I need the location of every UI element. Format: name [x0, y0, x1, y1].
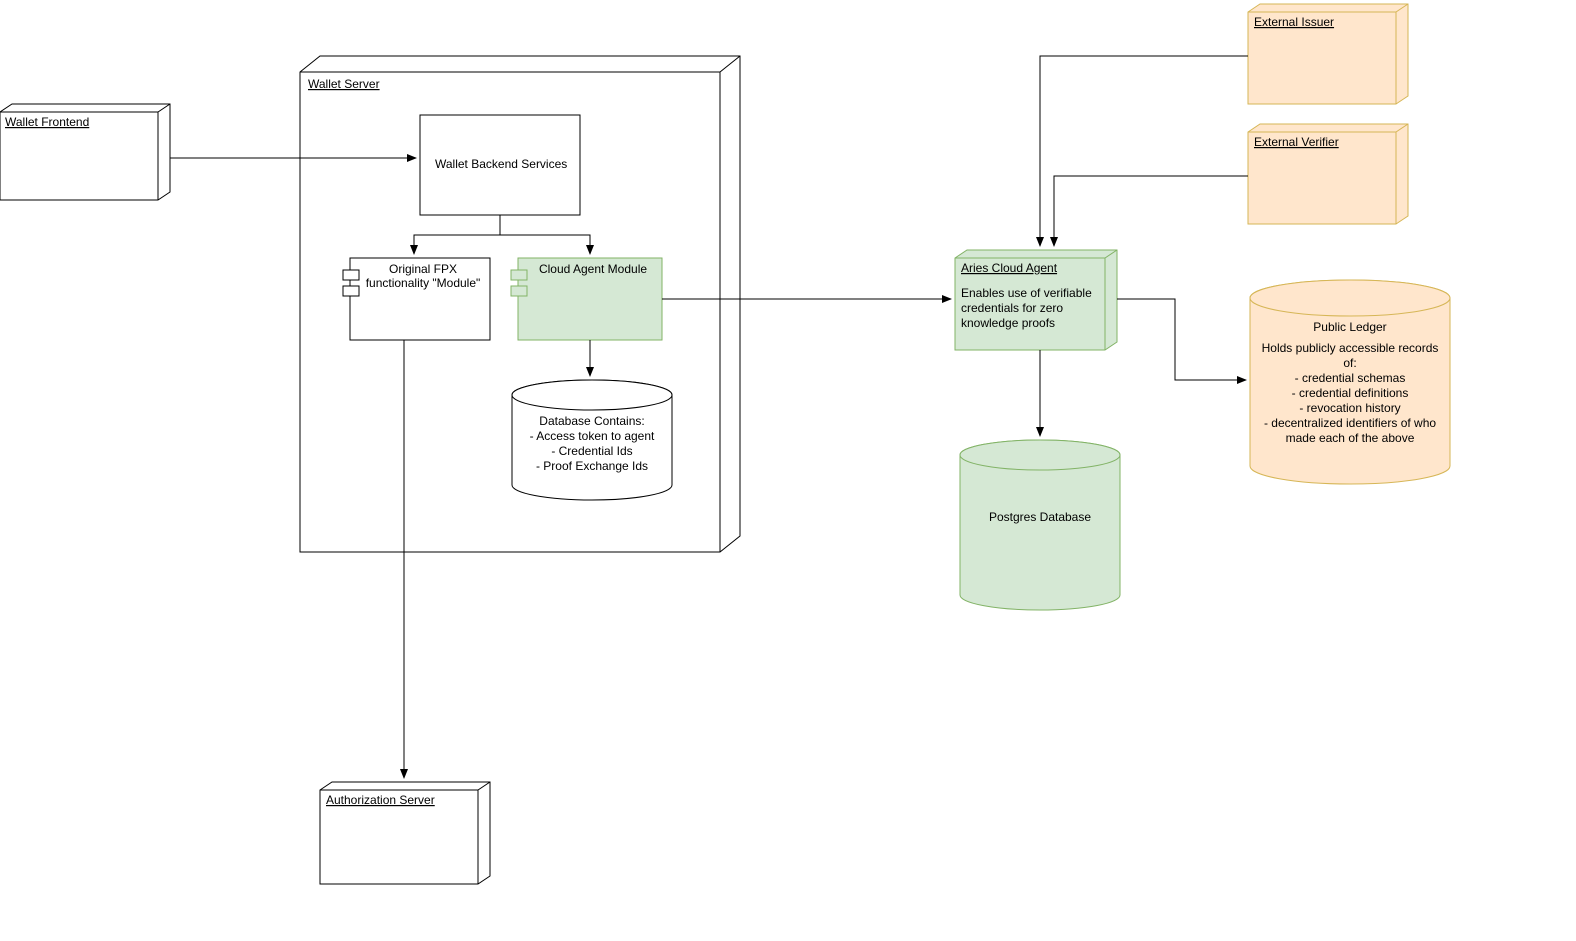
public-ledger-node: Public Ledger Holds publicly accessible … — [1250, 280, 1450, 484]
public-ledger-item-0: - credential schemas — [1254, 371, 1446, 386]
wallet-frontend-title: Wallet Frontend — [5, 115, 89, 129]
fpx-module-node: Original FPX functionality "Module" — [343, 258, 490, 340]
cloud-agent-module-title: Cloud Agent Module — [539, 262, 647, 276]
edge-aries-ledger — [1117, 299, 1246, 380]
local-db-node: Database Contains: - Access token to age… — [512, 380, 672, 500]
public-ledger-desc: Holds publicly accessible records of: — [1254, 341, 1446, 371]
fpx-module-title: Original FPX functionality "Module" — [366, 262, 481, 290]
local-db-title: Database Contains: — [516, 414, 668, 429]
ext-verifier-node: External Verifier — [1248, 124, 1408, 224]
ext-issuer-node: External Issuer — [1248, 4, 1408, 104]
aries-agent-title: Aries Cloud Agent — [961, 261, 1058, 275]
public-ledger-item-1: - credential definitions — [1254, 386, 1446, 401]
public-ledger-item-3: - decentralized identifiers of who made … — [1254, 416, 1446, 446]
postgres-title: Postgres Database — [989, 510, 1091, 524]
wallet-backend-title: Wallet Backend Services — [435, 157, 567, 171]
architecture-diagram: Wallet Frontend Wallet Server Wallet Bac… — [0, 0, 1576, 941]
wallet-server-title: Wallet Server — [308, 77, 380, 91]
wallet-backend-node: Wallet Backend Services — [420, 115, 580, 215]
postgres-node: Postgres Database — [960, 440, 1120, 610]
aries-agent-desc: Enables use of verifiable credentials fo… — [961, 286, 1092, 330]
auth-server-title: Authorization Server — [326, 793, 435, 807]
local-db-item-0: - Access token to agent — [516, 429, 668, 444]
ext-verifier-title: External Verifier — [1254, 135, 1339, 149]
edge-issuer-aries — [1040, 56, 1248, 246]
ext-issuer-title: External Issuer — [1254, 15, 1334, 29]
auth-server-node: Authorization Server — [320, 782, 490, 884]
local-db-item-2: - Proof Exchange Ids — [516, 459, 668, 474]
wallet-frontend-node: Wallet Frontend — [0, 104, 170, 200]
edge-verifier-aries — [1054, 176, 1248, 246]
public-ledger-title: Public Ledger — [1254, 320, 1446, 335]
cloud-agent-module-node: Cloud Agent Module — [511, 258, 662, 340]
public-ledger-item-2: - revocation history — [1254, 401, 1446, 416]
aries-agent-node: Aries Cloud Agent Enables use of verifia… — [955, 250, 1117, 350]
local-db-item-1: - Credential Ids — [516, 444, 668, 459]
